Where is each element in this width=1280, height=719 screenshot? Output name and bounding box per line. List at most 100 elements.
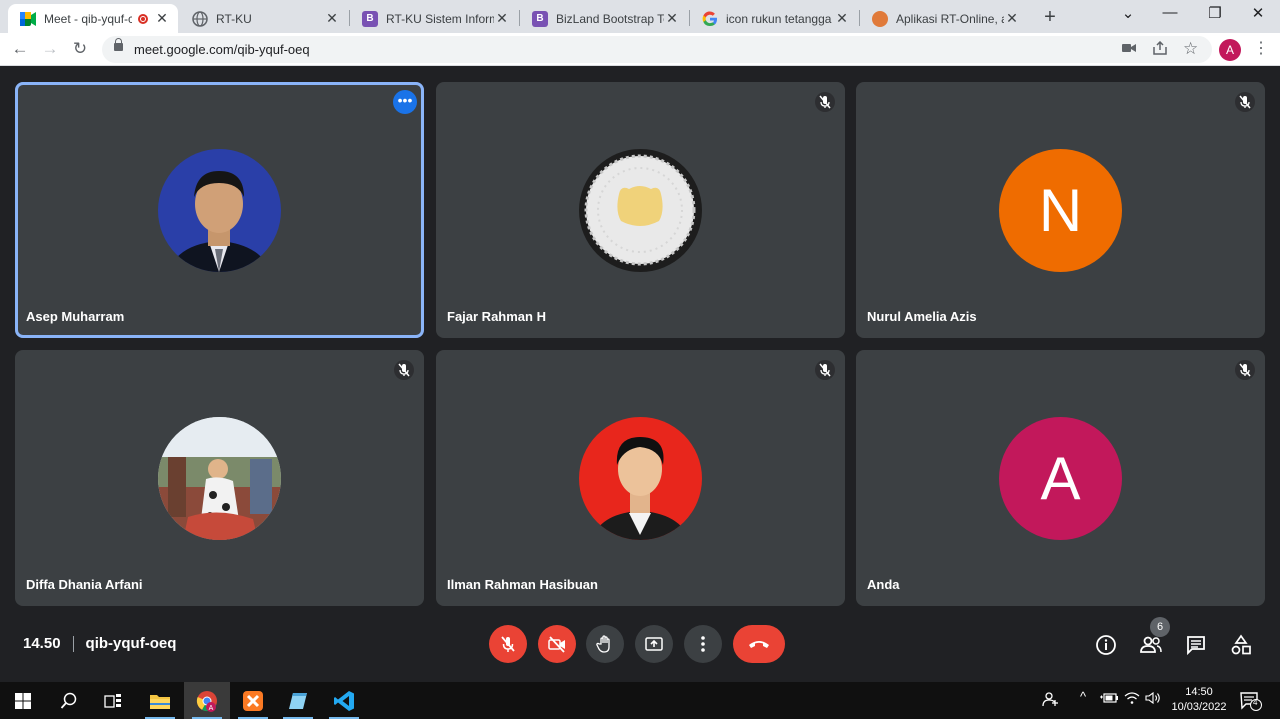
profile-avatar[interactable]: A [1219, 39, 1241, 61]
taskbar-notepad[interactable] [275, 682, 321, 719]
participant-initial-avatar: A [999, 417, 1122, 540]
meeting-info-button[interactable] [1092, 631, 1120, 659]
volume-icon[interactable] [1145, 691, 1163, 708]
close-tab-icon[interactable]: ✕ [324, 10, 340, 27]
close-tab-icon[interactable]: ✕ [1004, 10, 1020, 27]
new-tab-button[interactable]: + [1038, 6, 1062, 30]
participant-name: Nurul Amelia Azis [867, 309, 977, 324]
windows-start-button[interactable] [0, 682, 46, 719]
divider [72, 635, 74, 652]
mic-off-icon [815, 92, 835, 112]
mic-off-icon [1235, 92, 1255, 112]
bootstrap-icon: B [532, 10, 548, 27]
tab-meet[interactable]: Meet - qib-yquf-c ✕ [8, 4, 178, 33]
raise-hand-button[interactable] [586, 625, 624, 663]
svg-text:A: A [209, 705, 214, 712]
browser-tab-strip: Meet - qib-yquf-c ✕ RT-KU ✕ B RT-KU Sist… [0, 0, 1280, 33]
taskbar-file-explorer[interactable] [137, 682, 183, 719]
wifi-icon[interactable] [1124, 691, 1140, 708]
vscode-icon [334, 690, 354, 711]
activities-icon [1231, 634, 1251, 655]
people-tray-icon[interactable] [1042, 691, 1060, 710]
task-view-icon [104, 693, 121, 708]
present-screen-button[interactable] [635, 625, 673, 663]
camera-in-use-icon[interactable] [1122, 41, 1136, 58]
meeting-code: qib-yquf-oeq [85, 635, 177, 652]
close-window-icon[interactable]: ✕ [1238, 4, 1278, 26]
task-view-button[interactable] [90, 682, 136, 719]
close-tab-icon[interactable]: ✕ [664, 10, 680, 27]
taskbar-xampp[interactable] [230, 682, 276, 719]
tab-search-chevron-icon[interactable]: ⌄ [1108, 4, 1148, 26]
close-tab-icon[interactable]: ✕ [154, 10, 170, 27]
mic-off-icon [394, 360, 414, 380]
bootstrap-icon: B [362, 10, 378, 27]
restore-window-icon[interactable]: ❐ [1195, 4, 1235, 26]
tab-title: RT-KU Sistem Informa [386, 11, 494, 26]
meet-control-bar: 14.50 qib-yquf-oeq 6 [0, 607, 1280, 682]
participant-name: Diffa Dhania Arfani [26, 577, 143, 592]
notepad-icon [289, 692, 307, 709]
browser-toolbar: ← → ↻ meet.google.com/qib-yquf-oeq ☆ A ⋮ [0, 33, 1280, 66]
close-tab-icon[interactable]: ✕ [494, 10, 510, 27]
participant-tile[interactable]: Diffa Dhania Arfani [15, 350, 424, 606]
url-text[interactable]: meet.google.com/qib-yquf-oeq [134, 42, 310, 57]
taskbar-search-button[interactable] [46, 682, 92, 719]
lock-icon [114, 38, 123, 51]
participant-name: Asep Muharram [26, 309, 125, 324]
end-call-icon [749, 641, 769, 648]
participant-tile[interactable]: Fajar Rahman H [436, 82, 845, 338]
participant-photo [158, 149, 281, 272]
tab-bizland[interactable]: B BizLand Bootstrap Ten ✕ [520, 4, 688, 33]
participant-photo [579, 149, 702, 272]
tab-title: icon rukun tetangga - [726, 11, 834, 26]
participant-tile[interactable]: A Anda [856, 350, 1265, 606]
participant-name: Anda [867, 577, 900, 592]
participant-tile[interactable]: Asep Muharram ••• [15, 82, 424, 338]
leave-call-button[interactable] [733, 625, 785, 663]
chat-button[interactable] [1182, 631, 1210, 659]
mic-off-icon [815, 360, 835, 380]
camera-toggle-button[interactable] [538, 625, 576, 663]
participant-photo [158, 417, 281, 540]
address-bar[interactable]: meet.google.com/qib-yquf-oeq ☆ [102, 36, 1212, 63]
minimize-window-icon[interactable]: — [1150, 4, 1190, 26]
google-icon [702, 10, 718, 27]
chrome-icon: A [196, 690, 217, 712]
tab-title: BizLand Bootstrap Ten [556, 11, 664, 26]
close-tab-icon[interactable]: ✕ [834, 10, 850, 27]
info-icon [1096, 635, 1116, 655]
clock-date: 10/03/2022 [1171, 701, 1227, 713]
more-options-icon[interactable]: ••• [393, 90, 417, 114]
participant-tile[interactable]: N Nurul Amelia Azis [856, 82, 1265, 338]
battery-icon[interactable] [1100, 691, 1118, 708]
windows-taskbar: A ^ 14:50 10/03/2022 4 [0, 682, 1280, 719]
windows-start-icon [15, 692, 31, 709]
participant-count-badge: 6 [1150, 617, 1170, 637]
taskbar-vscode[interactable] [321, 682, 367, 719]
bookmark-star-icon[interactable]: ☆ [1183, 39, 1198, 59]
microphone-toggle-button[interactable] [489, 625, 527, 663]
more-options-button[interactable] [684, 625, 722, 663]
google-meet-icon [20, 11, 36, 27]
show-hidden-icons-chevron-icon[interactable]: ^ [1080, 689, 1086, 704]
participant-tile[interactable]: Ilman Rahman Hasibuan [436, 350, 845, 606]
notification-center-icon[interactable]: 4 [1240, 691, 1262, 716]
taskbar-chrome[interactable]: A [184, 682, 230, 719]
search-icon [60, 692, 77, 709]
tab-aplikasi-rt-online[interactable]: Aplikasi RT-Online, ap ✕ [860, 4, 1028, 33]
file-explorer-icon [150, 694, 170, 709]
participant-initial-avatar: N [999, 149, 1122, 272]
share-icon[interactable] [1152, 40, 1168, 59]
tab-rt-ku-sistem[interactable]: B RT-KU Sistem Informa ✕ [350, 4, 518, 33]
back-arrow-icon[interactable]: ← [8, 38, 32, 60]
system-clock[interactable]: 14:50 10/03/2022 [1167, 685, 1231, 715]
reload-icon[interactable]: ↻ [68, 38, 92, 60]
camera-off-icon [548, 636, 565, 653]
activities-button[interactable] [1227, 631, 1255, 659]
tab-title: RT-KU [216, 11, 252, 26]
forward-arrow-icon[interactable]: → [38, 38, 62, 60]
tab-rt-ku[interactable]: RT-KU ✕ [180, 4, 348, 33]
tab-google-search[interactable]: icon rukun tetangga - ✕ [690, 4, 858, 33]
browser-menu-icon[interactable]: ⋮ [1253, 38, 1269, 58]
